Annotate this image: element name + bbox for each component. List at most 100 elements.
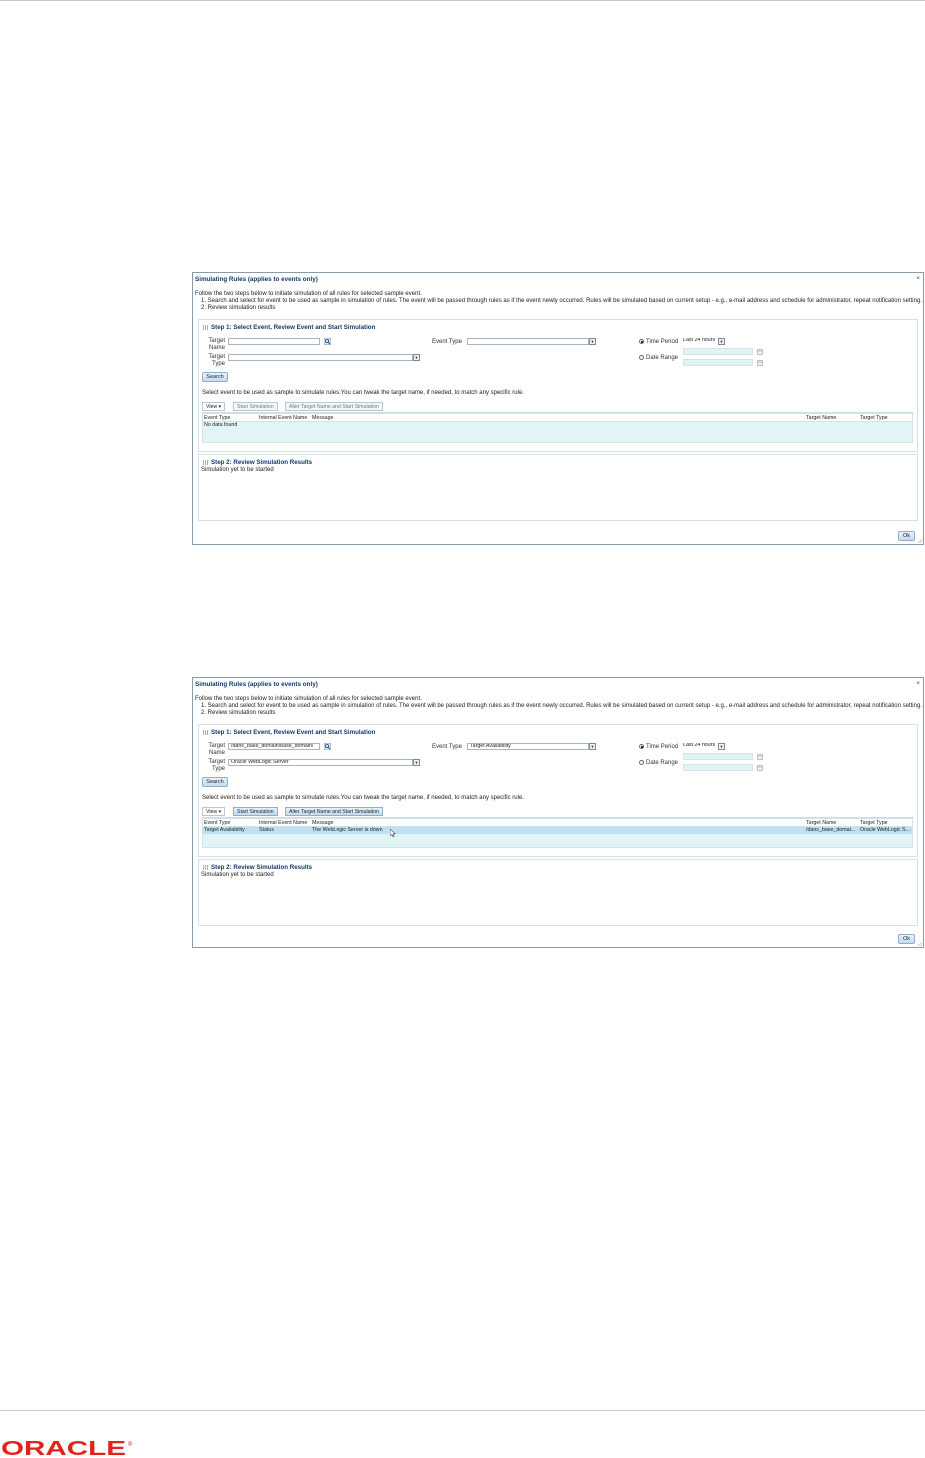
alter-target-start-simulation-button[interactable]: Alter Target Name and Start Simulation xyxy=(285,807,383,816)
calendar-icon[interactable] xyxy=(757,349,764,355)
alter-target-start-simulation-button[interactable]: Alter Target Name and Start Simulation xyxy=(285,402,383,411)
step1-title-text: Step 1: Select Event, Review Event and S… xyxy=(211,729,376,736)
intro-steps: 1. Search and select for event to be use… xyxy=(201,298,922,311)
resize-handle-icon[interactable] xyxy=(917,538,922,543)
simulation-status: Simulation yet to be started xyxy=(201,467,274,473)
time-period-radio[interactable] xyxy=(639,339,644,344)
view-menu[interactable]: View ▾ xyxy=(202,807,226,816)
dialog-title: Simulating Rules (applies to events only… xyxy=(195,681,318,688)
dialog-header: Simulating Rules (applies to events only… xyxy=(193,678,923,689)
column-header[interactable]: Event Type xyxy=(204,820,230,826)
events-table: Event Type Internal Event Name Message T… xyxy=(202,818,913,848)
simulation-status: Simulation yet to be started xyxy=(201,872,274,878)
step2-title[interactable]: Step 2: Review Simulation Results xyxy=(203,459,312,466)
mouse-cursor-icon xyxy=(390,829,396,837)
oracle-logo-text: ORACLE xyxy=(1,1438,126,1458)
view-menu[interactable]: View ▾ xyxy=(202,402,226,411)
intro-steps: 1. Search and select for event to be use… xyxy=(201,703,922,716)
step2-panel: Step 2: Review Simulation Results Simula… xyxy=(198,454,918,521)
start-simulation-button[interactable]: Start Simulation xyxy=(233,402,278,411)
collapse-icon xyxy=(203,730,208,735)
chevron-down-icon[interactable]: ▼ xyxy=(718,338,725,345)
date-range-label: Date Range xyxy=(646,355,679,361)
search-button[interactable]: Search xyxy=(202,777,228,787)
column-header[interactable]: Internal Event Name xyxy=(259,820,307,826)
column-header[interactable]: Target Name xyxy=(806,415,836,421)
time-period-label: Time Period xyxy=(646,744,679,750)
column-header[interactable]: Internal Event Name xyxy=(259,415,307,421)
column-header[interactable]: Target Name xyxy=(806,820,836,826)
column-header[interactable]: Target Type xyxy=(860,820,888,826)
collapse-icon xyxy=(203,865,208,870)
event-type-label: Event Type xyxy=(432,744,462,750)
chevron-down-icon[interactable]: ▼ xyxy=(718,743,725,750)
cell-message: The WebLogic Server is down xyxy=(312,827,383,833)
resize-handle-icon[interactable] xyxy=(917,941,922,946)
target-search-icon[interactable] xyxy=(324,338,331,345)
target-type-select[interactable]: Oracle WebLogic Server xyxy=(228,759,413,766)
date-range-radio[interactable] xyxy=(639,355,644,360)
calendar-icon[interactable] xyxy=(757,765,764,771)
target-name-label: Target Name xyxy=(208,338,225,351)
chevron-down-icon[interactable]: ▼ xyxy=(589,338,596,345)
table-header: Event Type Internal Event Name Message T… xyxy=(203,414,912,422)
date-from-field[interactable] xyxy=(683,348,753,355)
event-type-label: Event Type xyxy=(432,339,462,345)
column-header[interactable]: Message xyxy=(312,820,334,826)
step2-title[interactable]: Step 2: Review Simulation Results xyxy=(203,864,312,871)
column-header[interactable]: Event Type xyxy=(204,415,230,421)
chevron-down-icon[interactable]: ▼ xyxy=(413,759,420,766)
date-to-field[interactable] xyxy=(683,359,753,366)
calendar-icon[interactable] xyxy=(757,360,764,366)
ok-button[interactable]: Ok xyxy=(898,934,915,944)
date-to-field[interactable] xyxy=(683,764,753,771)
events-table: Event Type Internal Event Name Message T… xyxy=(202,413,913,443)
table-row[interactable]: Target Availability Status The WebLogic … xyxy=(203,827,912,834)
target-name-input[interactable]: /dans_base_domain/base_domain/ xyxy=(228,743,320,750)
event-type-select[interactable] xyxy=(467,338,589,345)
cell-target-type: Oracle WebLogic S... xyxy=(860,827,910,833)
calendar-icon[interactable] xyxy=(757,754,764,760)
target-name-label: Target Name xyxy=(208,743,225,756)
time-period-select[interactable]: Last 24 hours xyxy=(681,743,719,750)
step1-panel: Step 1: Select Event, Review Event and S… xyxy=(198,724,918,857)
page-top-rule xyxy=(0,0,925,1)
step1-panel: Step 1: Select Event, Review Event and S… xyxy=(198,319,918,452)
target-name-input[interactable] xyxy=(228,338,320,345)
oracle-logo: ORACLE ® xyxy=(1,1438,133,1458)
step1-title-text: Step 1: Select Event, Review Event and S… xyxy=(211,324,376,331)
intro-step-1: 1. Search and select for event to be use… xyxy=(201,298,922,304)
dialog-header: Simulating Rules (applies to events only… xyxy=(193,273,923,284)
close-icon[interactable]: × xyxy=(916,680,920,687)
search-button[interactable]: Search xyxy=(202,372,228,382)
table-header: Event Type Internal Event Name Message T… xyxy=(203,819,912,827)
step1-title[interactable]: Step 1: Select Event, Review Event and S… xyxy=(203,729,375,736)
target-search-icon[interactable] xyxy=(324,743,331,750)
target-type-label: Target Type xyxy=(208,759,225,772)
start-simulation-button[interactable]: Start Simulation xyxy=(233,807,278,816)
select-hint: Select event to be used as sample to sim… xyxy=(202,390,524,396)
intro-text: Follow the two steps below to initiate s… xyxy=(195,291,422,297)
column-header[interactable]: Message xyxy=(312,415,334,421)
oracle-logo-trademark: ® xyxy=(128,1441,133,1448)
time-period-select[interactable]: Last 24 hours xyxy=(681,338,719,345)
time-period-radio[interactable] xyxy=(639,744,644,749)
event-type-select[interactable]: Target Availability xyxy=(467,743,589,750)
ok-button[interactable]: Ok xyxy=(898,531,915,541)
simulating-rules-dialog-empty: Simulating Rules (applies to events only… xyxy=(192,272,924,545)
date-from-field[interactable] xyxy=(683,753,753,760)
chevron-down-icon[interactable]: ▼ xyxy=(589,743,596,750)
close-icon[interactable]: × xyxy=(916,275,920,282)
target-type-select[interactable] xyxy=(228,354,413,361)
target-type-label: Target Type xyxy=(208,354,225,367)
step2-panel: Step 2: Review Simulation Results Simula… xyxy=(198,859,918,926)
collapse-icon xyxy=(203,325,208,330)
step2-title-text: Step 2: Review Simulation Results xyxy=(211,459,313,466)
dialog-title: Simulating Rules (applies to events only… xyxy=(195,276,318,283)
date-range-radio[interactable] xyxy=(639,760,644,765)
step1-title[interactable]: Step 1: Select Event, Review Event and S… xyxy=(203,324,375,331)
chevron-down-icon[interactable]: ▼ xyxy=(413,354,420,361)
step2-title-text: Step 2: Review Simulation Results xyxy=(211,864,313,871)
column-header[interactable]: Target Type xyxy=(860,415,888,421)
collapse-icon xyxy=(203,460,208,465)
